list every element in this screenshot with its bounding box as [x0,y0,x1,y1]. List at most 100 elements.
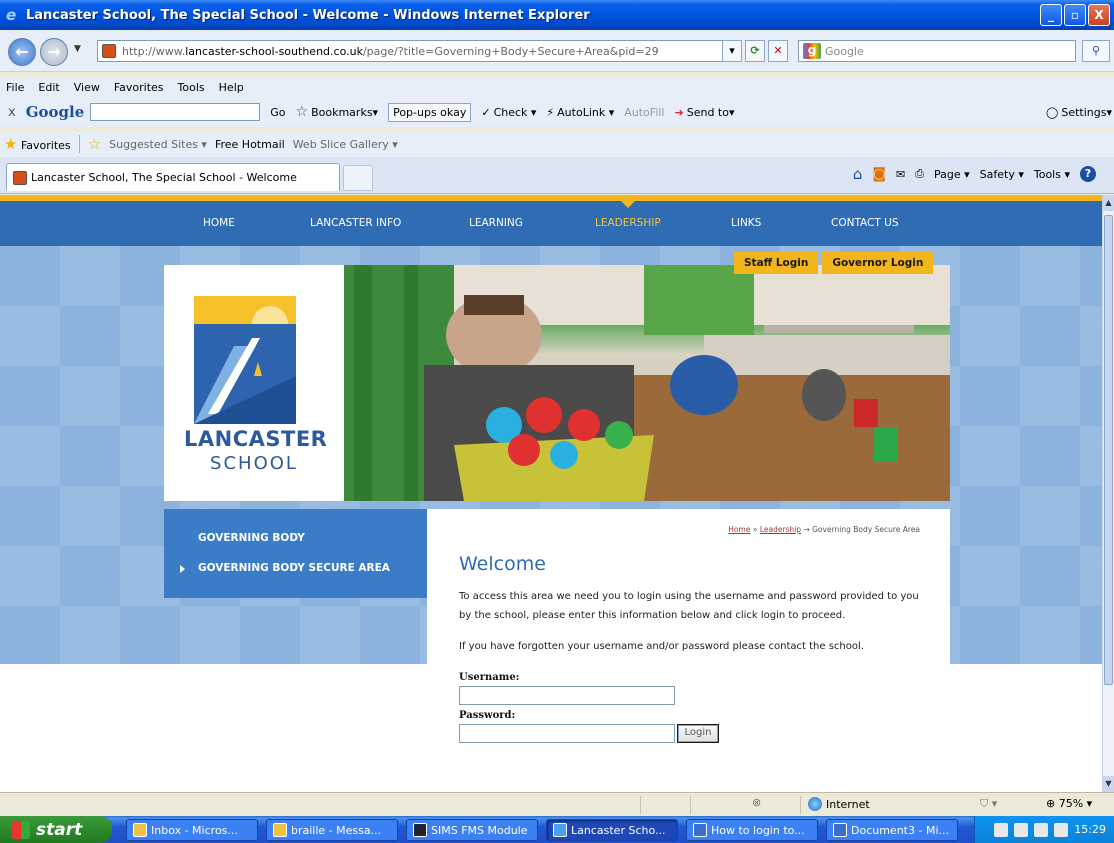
page-menu[interactable]: Page ▾ [934,168,970,181]
menu-favorites[interactable]: Favorites [114,81,164,94]
web-slice-gallery-link[interactable]: Web Slice Gallery ▾ [293,138,398,151]
nav-learning[interactable]: LEARNING [469,217,523,229]
bookmarks-menu[interactable]: ☆ Bookmarks▾ [296,104,379,120]
breadcrumb-current: Governing Body Secure Area [812,525,920,534]
close-button[interactable]: X [1088,4,1110,26]
nav-lancaster-info[interactable]: LANCASTER INFO [310,217,401,229]
password-field[interactable] [459,724,675,743]
favorites-bar: ★ Favorites ☆ Suggested Sites ▾ Free Hot… [0,131,1114,157]
hotmail-link[interactable]: Free Hotmail [215,138,285,151]
vertical-scrollbar[interactable]: ▲ ▼ [1102,195,1114,792]
address-dropdown-button[interactable]: ▾ [722,40,742,62]
favorites-button[interactable]: ★ Favorites [4,135,71,153]
forgotten-text: If you have forgotten your username and/… [459,641,864,652]
spellcheck-button[interactable]: ✓ Check ▾ [481,106,536,119]
privacy-icon[interactable]: ⊗ [752,796,761,809]
read-mail-icon[interactable]: ✉ [896,168,905,181]
safety-menu[interactable]: Safety ▾ [980,168,1024,181]
rss-feed-icon[interactable]: ◙ [872,166,886,182]
system-tray: 15:29 [974,816,1114,843]
recent-pages-dropdown[interactable]: ▼ [74,44,81,54]
login-button[interactable]: Login [677,724,719,743]
username-field[interactable] [459,686,675,705]
window-controls: _ ▫ X [1040,4,1110,26]
autofill-button[interactable]: AutoFill [624,106,664,119]
sendto-button[interactable]: ➜ Send to▾ [675,106,735,119]
tray-app-icon[interactable] [1034,822,1049,837]
tab-lancaster[interactable]: Lancaster School, The Special School - W… [6,163,340,191]
google-search-icon: g [803,43,821,59]
nav-contact-us[interactable]: CONTACT US [831,217,898,229]
nav-leadership[interactable]: LEADERSHIP [595,217,661,229]
star-icon: ★ [4,135,18,153]
menu-tools[interactable]: Tools [178,81,205,94]
new-tab-button[interactable] [343,165,373,191]
tools-menu[interactable]: Tools ▾ [1034,168,1070,181]
search-input[interactable]: g Google [798,40,1076,62]
print-icon[interactable]: ⎙ [915,167,924,181]
menu-edit[interactable]: Edit [38,81,59,94]
taskbar-item-lancaster[interactable]: Lancaster Scho... [546,819,678,841]
taskbar-item-braille[interactable]: braille - Messa... [266,819,398,841]
search-icon[interactable]: ⚲ [1082,40,1110,62]
taskbar-item-inbox[interactable]: Inbox - Micros... [126,819,258,841]
scroll-thumb[interactable] [1104,215,1113,685]
google-go-button[interactable]: Go [270,106,285,119]
protected-mode-icon[interactable]: ⛉ ▾ [980,797,997,811]
status-divider [800,796,801,814]
url-text[interactable]: http://www.lancaster-school-southend.co.… [122,45,659,58]
menu-help[interactable]: Help [219,81,244,94]
governor-login-button[interactable]: Governor Login [822,252,934,274]
side-menu: GOVERNING BODY GOVERNING BODY SECURE ARE… [164,509,427,598]
scroll-down-icon[interactable]: ▼ [1103,776,1114,792]
suggested-sites-link[interactable]: Suggested Sites ▾ [109,138,207,151]
settings-button[interactable]: ◯ Settings▾ [1046,106,1112,119]
nav-home[interactable]: HOME [203,217,235,229]
command-bar: ⌂ ◙ ✉ ⎙ Page ▾ Safety ▾ Tools ▾ ? [853,165,1096,183]
tray-antivirus-icon[interactable] [1014,822,1029,837]
send-icon: ➜ [674,105,684,119]
taskbar-item-howto[interactable]: How to login to... [686,819,818,841]
back-button[interactable]: ← [8,38,36,66]
tray-network-icon[interactable] [1054,822,1069,837]
minimize-button[interactable]: _ [1040,4,1062,26]
tray-expand-icon[interactable] [994,822,1009,837]
zoom-level[interactable]: ⊕ 75% ▾ [1046,797,1092,810]
address-bar[interactable]: http://www.lancaster-school-southend.co.… [97,40,741,62]
student-photo-image [344,265,950,501]
home-icon[interactable]: ⌂ [853,165,863,183]
toolbar-close-icon[interactable]: x [8,105,16,120]
security-zone[interactable]: Internet [808,797,870,811]
menu-file[interactable]: File [6,81,24,94]
menu-view[interactable]: View [74,81,100,94]
forward-button[interactable]: → [40,38,68,66]
site-favicon-icon [13,170,27,185]
taskbar-item-sims[interactable]: SIMS FMS Module [406,819,538,841]
sidemenu-governing-body[interactable]: GOVERNING BODY [198,532,305,544]
add-favorite-icon[interactable]: ☆ [88,135,101,153]
school-logo: LANCASTER SCHOOL [164,265,344,501]
breadcrumb-home[interactable]: Home [728,525,750,534]
clock[interactable]: 15:29 [1074,823,1106,836]
scroll-up-icon[interactable]: ▲ [1103,195,1114,211]
nav-links[interactable]: LINKS [731,217,761,229]
help-icon[interactable]: ? [1080,166,1096,182]
popups-button[interactable]: Pop-ups okay [388,102,472,122]
maximize-button[interactable]: ▫ [1064,4,1086,26]
window-title-bar[interactable]: e Lancaster School, The Special School -… [0,0,1114,30]
breadcrumb: Home » Leadership → Governing Body Secur… [728,525,920,534]
staff-login-button[interactable]: Staff Login [734,252,819,274]
autolink-button[interactable]: ⚡ AutoLink ▾ [546,106,614,119]
sidemenu-governing-body-secure-area[interactable]: GOVERNING BODY SECURE AREA [198,562,390,574]
header-banner: LANCASTER SCHOOL [164,265,950,501]
address-row: ← → ▼ http://www.lancaster-school-southe… [0,30,1114,72]
message-icon [273,823,287,837]
breadcrumb-leadership[interactable]: Leadership [760,525,801,534]
windows-flag-icon [12,820,30,839]
refresh-icon[interactable]: ⟳ [745,40,765,62]
google-search-input[interactable] [90,103,261,121]
stop-icon[interactable]: ✕ [768,40,788,62]
taskbar-item-document3[interactable]: Document3 - Mi... [826,819,958,841]
word-icon [693,823,707,837]
start-button[interactable]: start [0,816,112,843]
